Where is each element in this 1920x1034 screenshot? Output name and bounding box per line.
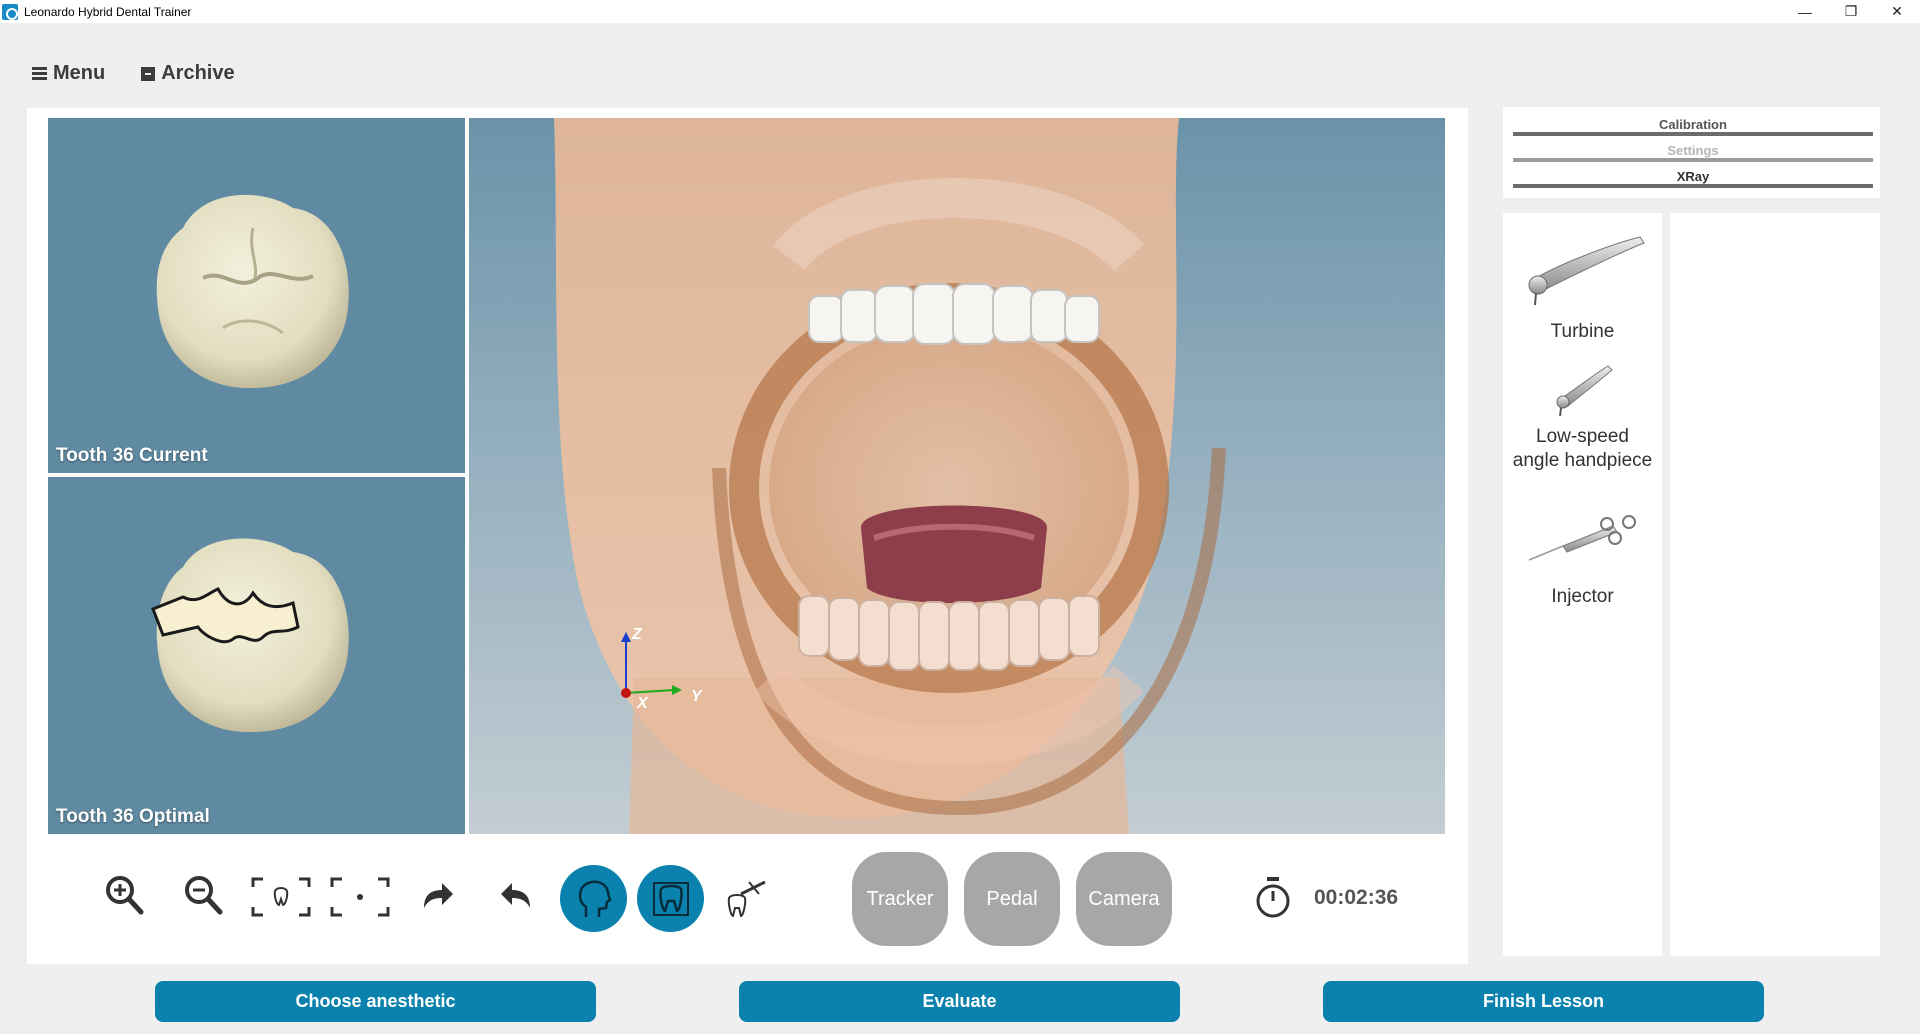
tooth-drill-button[interactable] — [725, 876, 769, 920]
tooth-optimal-model — [151, 538, 349, 733]
zoom-in-icon — [106, 876, 144, 915]
tooth-current-model — [156, 194, 349, 389]
zoom-in-button[interactable] — [104, 874, 144, 916]
injector-icon — [1528, 515, 1636, 561]
tooth-drill-icon — [727, 880, 766, 918]
pedal-button[interactable]: Pedal — [964, 852, 1060, 946]
tool-low-speed-angle-handpiece[interactable]: Low-speed angle handpiece — [1503, 358, 1662, 473]
archive-icon — [141, 66, 156, 81]
low-speed-handpiece-icon — [1556, 365, 1613, 417]
tooth-current-view[interactable]: Tooth 36 Current — [48, 118, 465, 473]
head-view-icon — [578, 880, 612, 917]
tools-panel: Turbine Low-speed angle handpiece Inject… — [1503, 213, 1662, 956]
redo-button[interactable] — [420, 880, 454, 910]
archive-label: Archive — [161, 62, 235, 84]
frame-center-button[interactable] — [330, 877, 390, 917]
stopwatch-icon — [1256, 877, 1290, 918]
app-logo-icon — [2, 3, 18, 20]
zoom-out-button[interactable] — [183, 874, 223, 916]
finish-lesson-button[interactable]: Finish Lesson — [1323, 981, 1764, 1022]
lesson-timer: 00:02:36 — [1314, 886, 1399, 909]
calibration-underline — [1513, 132, 1873, 136]
tool-details-panel — [1670, 213, 1880, 956]
tracker-button[interactable]: Tracker — [852, 852, 948, 946]
turbine-label: Turbine — [1550, 321, 1615, 342]
tab-settings[interactable]: Settings — [1513, 143, 1873, 158]
frame-tooth-button[interactable] — [251, 877, 311, 917]
camera-button[interactable]: Camera — [1076, 852, 1172, 946]
menu-label: Menu — [53, 62, 106, 84]
tooth-current-label: Tooth 36 Current — [56, 445, 208, 466]
tooth-view-icon — [652, 881, 689, 916]
tab-xray[interactable]: XRay — [1513, 169, 1873, 184]
head-view-button[interactable] — [560, 865, 627, 932]
3d-viewport[interactable]: Z X Y — [469, 118, 1445, 834]
top-menu: Menu Archive — [32, 62, 235, 85]
axis-y-label: Y — [691, 688, 702, 705]
frame-tooth-icon — [251, 877, 311, 917]
redo-icon — [424, 883, 453, 908]
window-controls: — ❐ ✕ — [1782, 0, 1920, 23]
injector-label: Injector — [1551, 586, 1614, 607]
hamburger-icon — [32, 67, 47, 80]
evaluate-button[interactable]: Evaluate — [739, 981, 1180, 1022]
tool-injector[interactable]: Injector — [1503, 508, 1662, 609]
menu-button[interactable]: Menu — [32, 62, 105, 85]
close-button[interactable]: ✕ — [1874, 0, 1920, 23]
timer-icon-wrap — [1254, 876, 1292, 920]
tooth-optimal-label: Tooth 36 Optimal — [56, 806, 210, 827]
axis-z-label: Z — [632, 626, 642, 643]
xray-underline — [1513, 184, 1873, 188]
undo-icon — [501, 883, 530, 908]
archive-button[interactable]: Archive — [141, 62, 235, 85]
low-speed-label-line2: angle handpiece — [1512, 450, 1653, 471]
zoom-out-icon — [185, 876, 223, 915]
tool-turbine[interactable]: Turbine — [1503, 223, 1662, 344]
choose-anesthetic-button[interactable]: Choose anesthetic — [155, 981, 596, 1022]
minimize-button[interactable]: — — [1782, 0, 1828, 23]
window-title: Leonardo Hybrid Dental Trainer — [24, 4, 192, 19]
restore-button[interactable]: ❐ — [1828, 0, 1874, 23]
undo-button[interactable] — [500, 880, 534, 910]
upper-teeth — [808, 283, 1100, 345]
title-bar: Leonardo Hybrid Dental Trainer — ❐ ✕ — [0, 0, 1920, 23]
tooth-optimal-view[interactable]: Tooth 36 Optimal — [48, 477, 465, 834]
mode-selector: Calibration Settings XRay — [1503, 107, 1880, 198]
frame-center-icon — [330, 877, 390, 917]
axis-x-label: X — [637, 695, 648, 712]
head-model — [554, 118, 1226, 834]
turbine-icon — [1528, 236, 1645, 306]
tab-calibration[interactable]: Calibration — [1513, 117, 1873, 132]
low-speed-label-line1: Low-speed — [1536, 426, 1629, 447]
settings-underline — [1513, 158, 1873, 162]
tooth-view-button[interactable] — [637, 865, 704, 932]
